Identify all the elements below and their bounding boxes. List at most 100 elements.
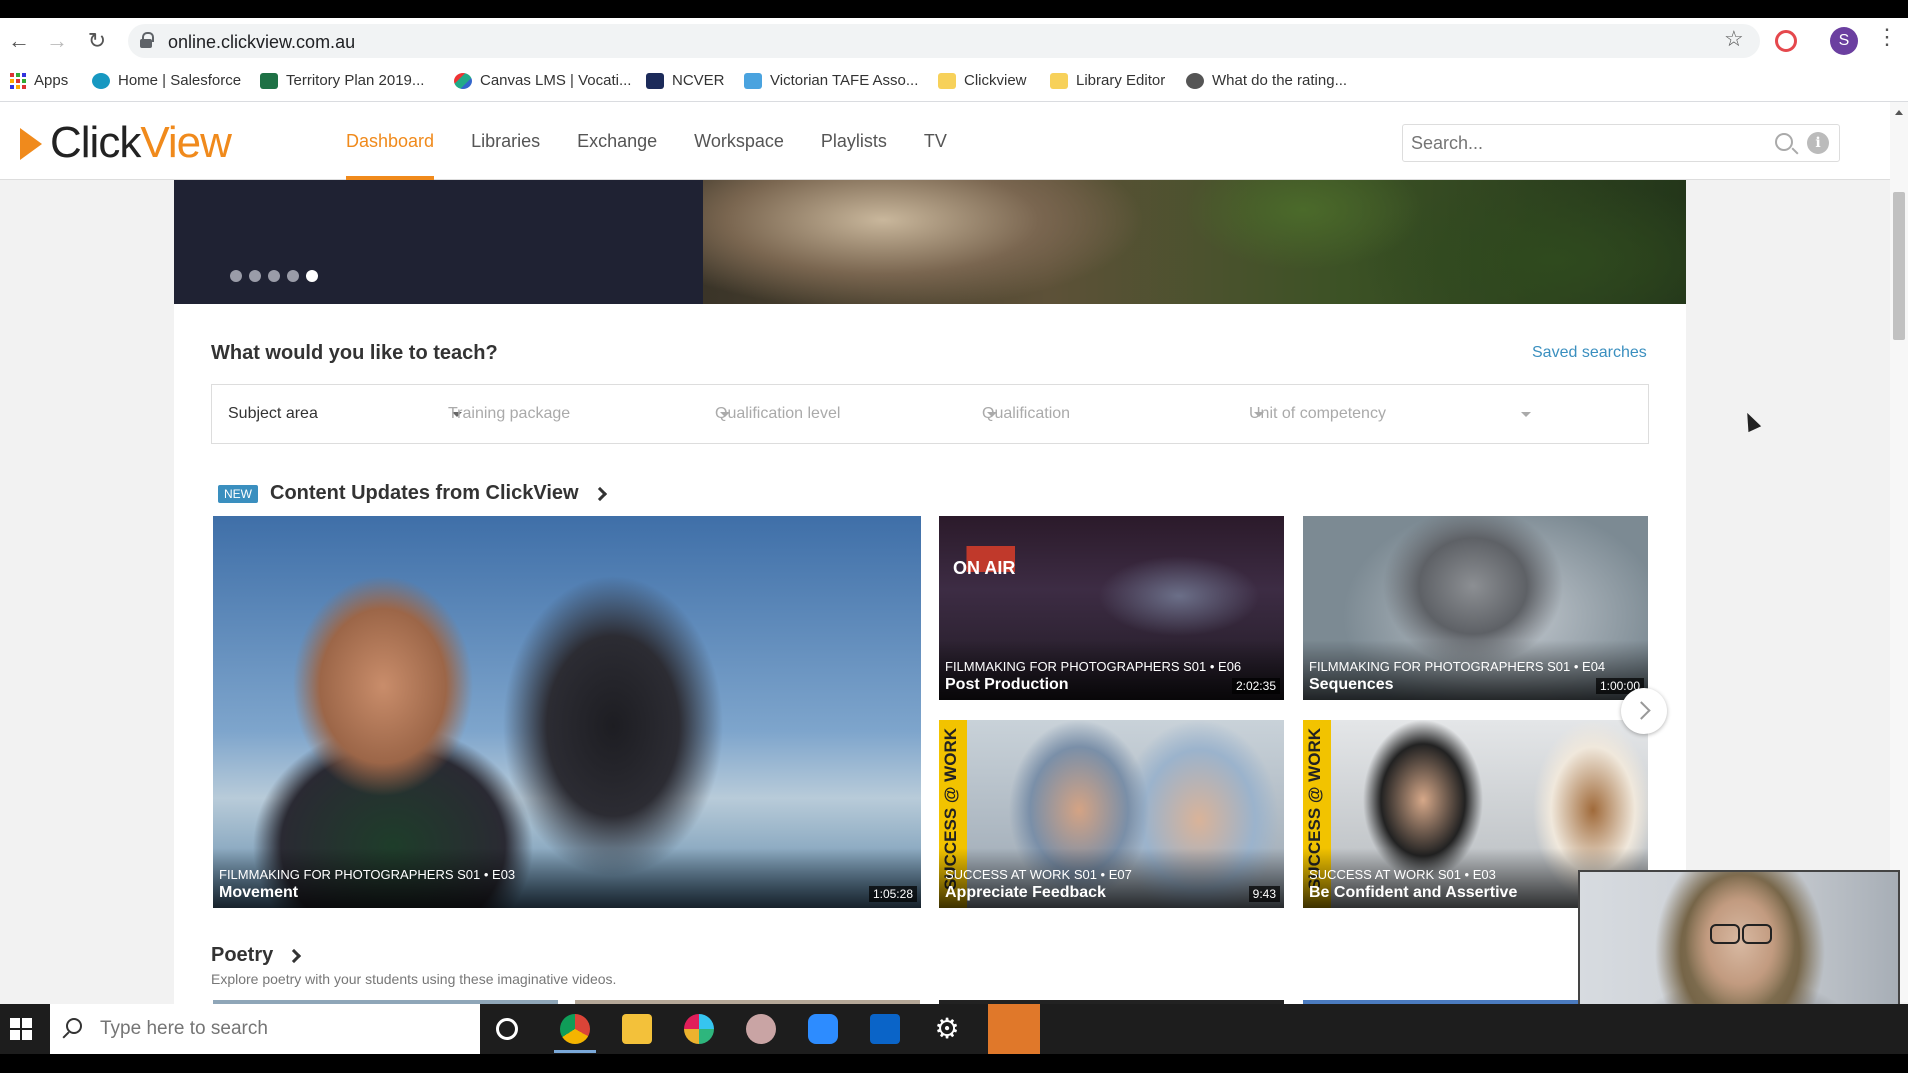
nav-dashboard[interactable]: Dashboard xyxy=(346,102,435,180)
video-duration: 9:43 xyxy=(1248,886,1280,902)
carousel-dot[interactable] xyxy=(287,270,299,282)
settings-gear-icon[interactable]: ⚙ xyxy=(932,1014,962,1044)
nav-playlists[interactable]: Playlists xyxy=(821,102,887,180)
salesforce-icon xyxy=(92,72,110,89)
nav-libraries[interactable]: Libraries xyxy=(471,102,540,180)
app-icon[interactable] xyxy=(746,1014,776,1044)
chevron-right-icon[interactable] xyxy=(592,486,607,501)
video-duration: 1:05:28 xyxy=(868,886,917,902)
clickview-logo[interactable]: ClickView xyxy=(50,118,232,168)
scroll-up-icon[interactable] xyxy=(1895,110,1903,115)
bookmarks-bar: Apps Home | Salesforce Territory Plan 20… xyxy=(0,64,1908,102)
bookmark-label: Victorian TAFE Asso... xyxy=(770,72,919,89)
bookmark-star-icon[interactable]: ☆ xyxy=(1724,26,1744,52)
carousel-dot[interactable] xyxy=(230,270,242,282)
canvas-icon xyxy=(454,72,472,89)
bookmark-label: Canvas LMS | Vocati... xyxy=(480,72,632,89)
video-tile[interactable]: SUCCESS @ WORK SUCCESS AT WORK S01 • E07… xyxy=(939,720,1284,908)
video-series: FILMMAKING FOR PHOTOGRAPHERS S01 • E04 xyxy=(1309,659,1606,674)
bookmark-salesforce[interactable]: Home | Salesforce xyxy=(92,72,241,89)
rating-icon xyxy=(1186,72,1204,89)
profile-avatar[interactable]: S xyxy=(1830,27,1858,55)
slack-icon[interactable] xyxy=(684,1014,714,1044)
bookmark-label: Territory Plan 2019... xyxy=(286,72,425,89)
nav-exchange[interactable]: Exchange xyxy=(577,102,657,180)
nav-tv[interactable]: TV xyxy=(924,102,947,180)
logo-view-text: View xyxy=(140,118,232,167)
info-icon[interactable]: i xyxy=(1807,132,1829,154)
outlook-icon[interactable] xyxy=(870,1014,900,1044)
nav-workspace[interactable]: Workspace xyxy=(694,102,784,180)
filter-unit-of-competency[interactable]: Unit of competency xyxy=(1249,405,1386,423)
search-icon[interactable] xyxy=(1775,133,1793,151)
tafe-icon xyxy=(744,72,762,89)
address-bar[interactable]: online.clickview.com.au xyxy=(128,24,1760,58)
filter-qualification-level[interactable]: Qualification level xyxy=(715,405,840,423)
bookmark-apps[interactable]: Apps xyxy=(10,72,68,89)
video-series: SUCCESS AT WORK S01 • E07 xyxy=(945,867,1132,882)
filter-label: Qualification level xyxy=(715,405,841,422)
clickview-logo-icon[interactable] xyxy=(20,128,42,160)
taskbar-search-input[interactable] xyxy=(100,1016,460,1042)
windows-start-icon[interactable] xyxy=(10,1018,32,1040)
saved-searches-link[interactable]: Saved searches xyxy=(1532,344,1647,362)
reload-icon[interactable]: ↻ xyxy=(84,28,110,54)
bookmark-ratings[interactable]: What do the rating... xyxy=(1186,72,1347,89)
new-badge: NEW xyxy=(218,484,258,503)
teach-heading: What would you like to teach? xyxy=(211,342,498,364)
apps-grid-icon xyxy=(10,72,26,89)
poetry-header[interactable]: Poetry xyxy=(211,944,302,967)
bookmark-clickview[interactable]: Clickview xyxy=(938,72,1027,89)
carousel-dot[interactable] xyxy=(268,270,280,282)
filter-training-package[interactable]: Training package xyxy=(448,405,570,423)
cortana-icon[interactable] xyxy=(496,1018,518,1040)
chevron-right-icon[interactable] xyxy=(287,948,302,963)
filter-bar: Subject area Training package Qualificat… xyxy=(211,384,1649,444)
page-scrollbar[interactable] xyxy=(1890,102,1908,1002)
section-title[interactable]: Content Updates from ClickView xyxy=(270,482,579,505)
video-series: FILMMAKING FOR PHOTOGRAPHERS S01 • E06 xyxy=(945,659,1242,674)
file-explorer-icon[interactable] xyxy=(622,1014,652,1044)
bookmark-territory-plan[interactable]: Territory Plan 2019... xyxy=(260,72,424,89)
dashboard-panel: What would you like to teach? Saved sear… xyxy=(174,304,1686,1010)
filter-label: Training package xyxy=(448,405,571,422)
bookmark-label: Apps xyxy=(34,72,69,89)
glasses-icon xyxy=(1710,924,1772,944)
content-updates-header[interactable]: NEW Content Updates from ClickView xyxy=(218,482,607,505)
chrome-icon[interactable] xyxy=(560,1014,590,1044)
video-title: Sequences xyxy=(1309,676,1394,693)
bookmark-victorian-tafe[interactable]: Victorian TAFE Asso... xyxy=(744,72,918,89)
top-strip xyxy=(0,0,1908,18)
search-input[interactable] xyxy=(1411,131,1751,155)
carousel-dot[interactable] xyxy=(249,270,261,282)
filter-qualification[interactable]: Qualification xyxy=(982,405,1070,423)
section-subtitle: Explore poetry with your students using … xyxy=(211,971,617,987)
bookmark-canvas[interactable]: Canvas LMS | Vocati... xyxy=(454,72,631,89)
carousel-dot-active[interactable] xyxy=(306,270,318,282)
forward-icon[interactable]: → xyxy=(44,28,70,54)
section-title[interactable]: Poetry xyxy=(211,944,273,967)
menu-icon[interactable]: ⋮ xyxy=(1876,24,1898,50)
filter-label: Unit of competency xyxy=(1249,405,1386,422)
scrollbar-thumb[interactable] xyxy=(1893,192,1905,340)
screen-recorder-icon[interactable] xyxy=(988,1004,1040,1054)
hero-banner[interactable] xyxy=(174,180,1686,304)
video-tile[interactable]: FILMMAKING FOR PHOTOGRAPHERS S01 • E03 M… xyxy=(213,516,921,908)
video-title: Appreciate Feedback xyxy=(945,884,1106,901)
bookmark-label: Library Editor xyxy=(1076,72,1166,89)
ncver-icon xyxy=(646,72,664,89)
windows-taskbar: ⚙ xyxy=(0,1004,1908,1054)
extension-icon[interactable] xyxy=(1775,30,1797,52)
carousel-next-button[interactable] xyxy=(1621,688,1667,734)
mouse-cursor-icon xyxy=(1740,409,1762,433)
back-icon[interactable]: ← xyxy=(6,28,32,54)
filter-subject-area[interactable]: Subject area xyxy=(228,405,318,423)
video-tile[interactable]: FILMMAKING FOR PHOTOGRAPHERS S01 • E04 S… xyxy=(1303,516,1648,700)
url-text[interactable]: online.clickview.com.au xyxy=(168,32,355,53)
bookmark-library-editor[interactable]: Library Editor xyxy=(1050,72,1165,89)
bookmark-ncver[interactable]: NCVER xyxy=(646,72,725,89)
browser-toolbar: ← → ↻ online.clickview.com.au xyxy=(0,18,1908,64)
chevron-down-icon xyxy=(1521,412,1531,417)
zoom-icon[interactable] xyxy=(808,1014,838,1044)
video-tile[interactable]: ON AIR FILMMAKING FOR PHOTOGRAPHERS S01 … xyxy=(939,516,1284,700)
